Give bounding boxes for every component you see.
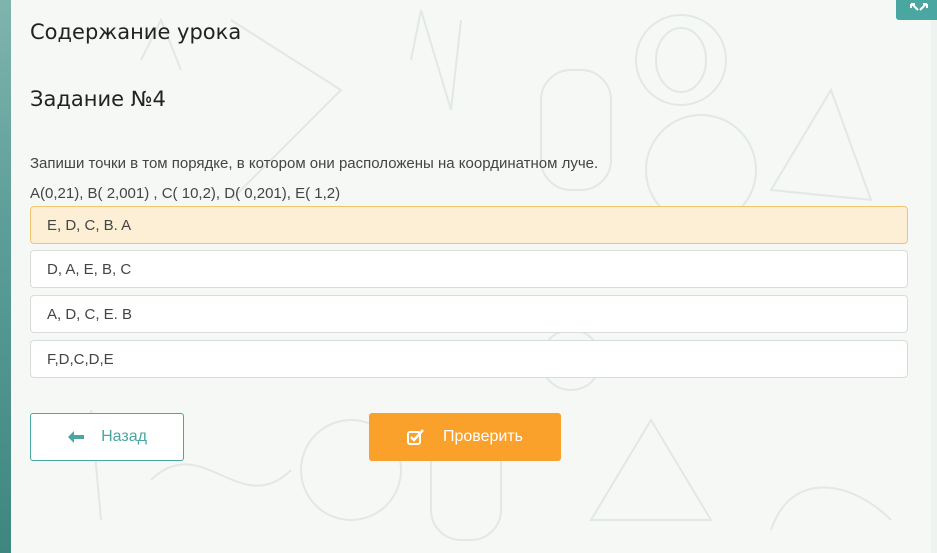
answer-option-2[interactable]: D, A, E, B, C	[30, 250, 908, 288]
task-instruction: Запиши точки в том порядке, в котором он…	[30, 155, 599, 172]
check-button[interactable]: Проверить	[369, 413, 561, 461]
expand-button[interactable]	[896, 0, 937, 20]
check-button-label: Проверить	[442, 428, 523, 445]
answer-option-4[interactable]: F,D,C,D,E	[30, 340, 908, 378]
answer-option-label: F,D,C,D,E	[47, 350, 114, 368]
task-title: Задание №4	[30, 87, 166, 111]
answer-option-1[interactable]: E, D, C, B. A	[30, 206, 908, 244]
expand-icon	[908, 3, 930, 17]
back-button-label: Назад	[101, 428, 147, 445]
section-title: Содержание урока	[30, 20, 242, 44]
answer-option-label: E, D, C, B. A	[47, 216, 132, 234]
answer-option-label: A, D, C, E. B	[47, 305, 133, 323]
left-side-strip	[0, 0, 11, 553]
arrow-left-icon	[67, 430, 85, 444]
checkbox-check-icon	[406, 429, 425, 445]
answer-option-label: D, A, E, B, C	[47, 260, 132, 278]
task-points: A(0,21), B( 2,001) , C( 10,2), D( 0,201)…	[30, 185, 341, 202]
answer-option-3[interactable]: A, D, C, E. B	[30, 295, 908, 333]
back-button[interactable]: Назад	[30, 413, 184, 461]
